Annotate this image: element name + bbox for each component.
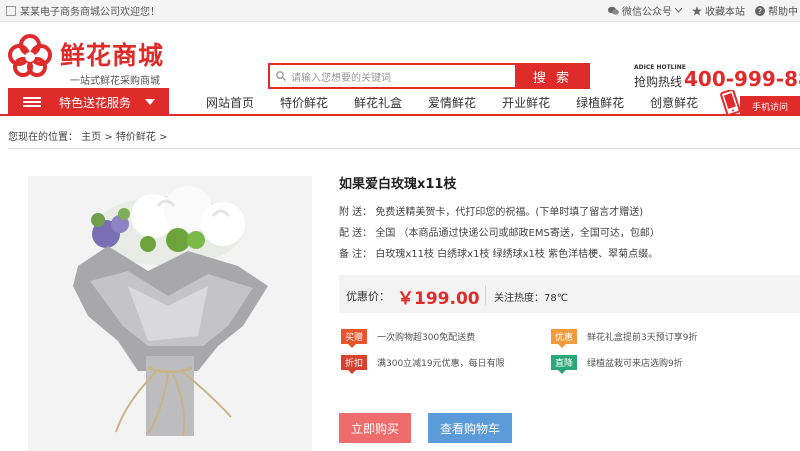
welcome-text: 某某电子商务商城公司欢迎您！ bbox=[20, 7, 160, 18]
svg-text:?: ? bbox=[758, 7, 762, 16]
promo-text: 一次购物超300免配送费 bbox=[377, 333, 476, 343]
nav-item-giftbox[interactable]: 鲜花礼盒 bbox=[354, 94, 402, 111]
promo-text: 满300立减19元优惠，每日有限 bbox=[377, 359, 505, 369]
help-link[interactable]: ? 帮助中 bbox=[755, 3, 798, 18]
category-menu-label: 特色送花服务 bbox=[59, 95, 132, 110]
product-image[interactable] bbox=[28, 176, 312, 451]
divider bbox=[485, 285, 486, 305]
bouquet-illustration bbox=[28, 176, 312, 451]
wechat-link[interactable]: 微信公众号 bbox=[608, 3, 682, 18]
product-attr-delivery: 配 送： 全国 （本商品通过快递公司或邮政EMS寄送，全国可达，包邮） bbox=[339, 228, 660, 239]
main-nav: 特色送花服务 网站首页 特价鲜花 鲜花礼盒 爱情鲜花 开业鲜花 绿植鲜花 创意鲜… bbox=[0, 88, 800, 116]
top-bar: 某某电子商务商城公司欢迎您！ 微信公众号 收藏本站 ? 帮助中 bbox=[0, 0, 800, 22]
product-attr-note: 备 注： 白玫瑰x11枝 白绣球x1枝 绿绣球x1枝 紫色洋桔梗、翠菊点缀。 bbox=[339, 249, 659, 260]
search-input[interactable]: 请输入您想要的关键词 bbox=[268, 63, 515, 89]
product-name: 如果爱白玫瑰x11枝 bbox=[339, 177, 457, 192]
caret-down-icon bbox=[145, 99, 156, 105]
site-icon bbox=[6, 5, 16, 16]
divider bbox=[8, 148, 800, 149]
promo-tag: 买赠 bbox=[341, 329, 367, 348]
favorite-link[interactable]: 收藏本站 bbox=[692, 3, 745, 18]
promo-item: 优惠 鲜花礼盒提前3天预订享9折 bbox=[551, 329, 698, 348]
price-box: 优惠价： ￥199.00 关注热度：78℃ bbox=[339, 275, 800, 313]
nav-item-creative[interactable]: 创意鲜花 bbox=[650, 94, 698, 111]
hotline-eng: ADICE HOTLINE bbox=[634, 64, 686, 71]
nav-item-love[interactable]: 爱情鲜花 bbox=[428, 94, 476, 111]
nav-item-special[interactable]: 特价鲜花 bbox=[280, 94, 328, 111]
nav-item-home[interactable]: 网站首页 bbox=[206, 94, 254, 111]
product-attr-gift: 附 送： 免费送精美贺卡，代打印您的祝福。(下单时填了留言才赠送) bbox=[339, 207, 644, 218]
search-button[interactable]: 搜 索 bbox=[515, 63, 590, 89]
breadcrumb[interactable]: 您现在的位置： 主页 > 特价鲜花 > bbox=[8, 128, 167, 143]
promo-text: 绿植盆栽可来店选购9折 bbox=[587, 359, 683, 369]
flower-logo-icon bbox=[8, 34, 52, 77]
chevron-down-icon bbox=[675, 8, 682, 13]
logo-title: 鲜花商城 bbox=[60, 41, 165, 70]
help-icon: ? bbox=[755, 5, 765, 16]
promo-tag: 优惠 bbox=[551, 329, 577, 348]
logo-subtitle: 一站式鲜花采购商城 bbox=[70, 76, 160, 87]
promo-item: 折扣 满300立减19元优惠，每日有限 bbox=[341, 355, 505, 374]
search-icon bbox=[276, 71, 286, 81]
promo-item: 直降 绿植盆栽可来店选购9折 bbox=[551, 355, 683, 374]
promo-text: 鲜花礼盒提前3天预订享9折 bbox=[587, 333, 698, 343]
price-value: ￥199.00 bbox=[397, 289, 480, 309]
search-placeholder: 请输入您想要的关键词 bbox=[291, 72, 391, 84]
buy-now-button[interactable]: 立即购买 bbox=[339, 413, 411, 443]
nav-item-plants[interactable]: 绿植鲜花 bbox=[576, 94, 624, 111]
mobile-access-button[interactable]: 手机访问 bbox=[740, 96, 800, 116]
menu-icon bbox=[23, 97, 41, 107]
nav-item-opening[interactable]: 开业鲜花 bbox=[502, 94, 550, 111]
star-icon bbox=[692, 5, 702, 16]
price-label: 优惠价： bbox=[346, 290, 390, 303]
view-cart-button[interactable]: 查看购物车 bbox=[428, 413, 512, 443]
heat-text: 关注热度：78℃ bbox=[494, 293, 568, 304]
category-menu-button[interactable]: 特色送花服务 bbox=[8, 88, 169, 116]
search-bar: 请输入您想要的关键词 搜 索 bbox=[268, 63, 590, 89]
promo-tag: 直降 bbox=[551, 355, 577, 374]
logo[interactable]: 鲜花商城 一站式鲜花采购商城 bbox=[8, 32, 178, 88]
promo-tag: 折扣 bbox=[341, 355, 367, 374]
header: 鲜花商城 一站式鲜花采购商城 请输入您想要的关键词 搜 索 ADICE HOTL… bbox=[0, 22, 800, 91]
mobile-access[interactable]: 手机访问 bbox=[710, 90, 800, 116]
wechat-icon bbox=[608, 6, 619, 15]
promo-item: 买赠 一次购物超300免配送费 bbox=[341, 329, 476, 348]
nav-links: 网站首页 特价鲜花 鲜花礼盒 爱情鲜花 开业鲜花 绿植鲜花 创意鲜花 bbox=[206, 88, 724, 116]
